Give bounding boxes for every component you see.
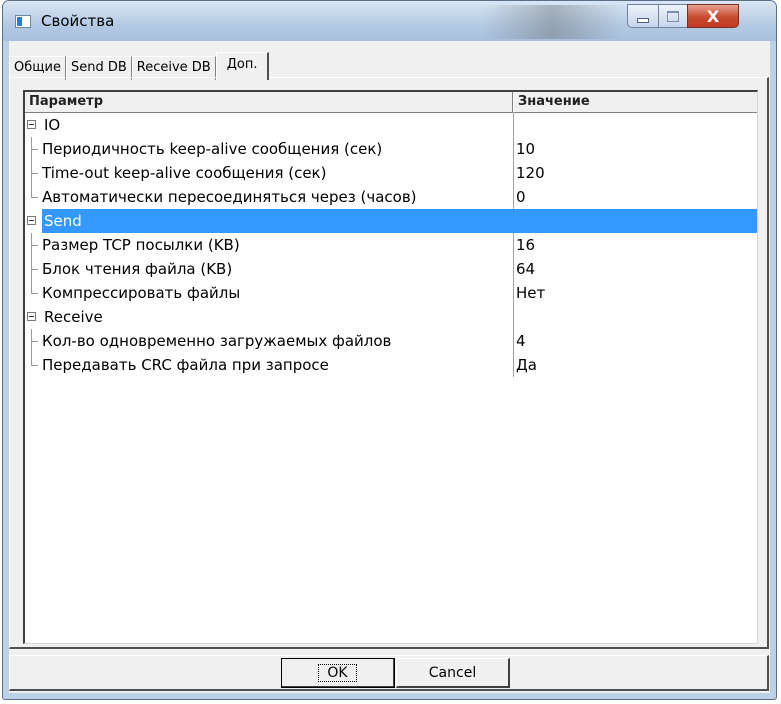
tree-branch	[31, 269, 38, 270]
tree-branch	[31, 293, 38, 294]
minimize-icon	[637, 17, 649, 23]
property-value[interactable]: 4	[513, 329, 757, 353]
property-name-cell[interactable]: Передавать CRC файла при запросе	[25, 353, 513, 377]
property-value[interactable]: 120	[513, 161, 757, 185]
tree-branch	[31, 365, 38, 366]
tree-branch	[31, 197, 38, 198]
property-name-cell[interactable]: Размер TCP посылки (KB)	[25, 233, 513, 257]
tab-page: Параметр Значение IO Периодичность keep-a…	[9, 77, 769, 649]
property-name-cell[interactable]: Блок чтения файла (KB)	[25, 257, 513, 281]
property-label: Передавать CRC файла при запросе	[42, 356, 329, 374]
title-bar[interactable]: Свойства X	[3, 1, 776, 41]
group-row[interactable]: Receive	[25, 305, 757, 329]
group-row[interactable]: IO	[25, 113, 757, 137]
property-name-cell[interactable]: Автоматически пересоединяться через (час…	[25, 185, 513, 209]
property-label: Автоматически пересоединяться через (час…	[42, 188, 417, 206]
property-label: Блок чтения файла (KB)	[42, 260, 233, 278]
tree-line	[31, 353, 32, 365]
group-value-cell	[513, 113, 757, 137]
column-header-value[interactable]: Значение	[513, 92, 757, 113]
maximize-button[interactable]	[658, 4, 688, 28]
group-name-cell[interactable]: Send	[25, 209, 513, 233]
property-label: Time-out keep-alive сообщения (сек)	[42, 164, 327, 182]
window-icon	[15, 15, 31, 28]
property-label: Кол-во одновременно загружаемых файлов	[42, 332, 392, 350]
property-value[interactable]: Да	[513, 353, 757, 377]
property-value[interactable]: 16	[513, 233, 757, 257]
collapse-icon[interactable]	[27, 120, 36, 129]
property-rows: IO Периодичность keep-alive сообщения (се…	[25, 113, 757, 377]
collapse-icon[interactable]	[27, 312, 36, 321]
property-row[interactable]: Time-out keep-alive сообщения (сек) 120	[25, 161, 757, 185]
property-row[interactable]: Компрессировать файлы Нет	[25, 281, 757, 305]
property-grid[interactable]: Параметр Значение IO Периодичность keep-a…	[23, 90, 758, 644]
group-row[interactable]: Send	[25, 209, 757, 233]
tab-strip: Общие Send DB Receive DB Доп.	[9, 52, 270, 80]
property-row[interactable]: Блок чтения файла (KB) 64	[25, 257, 757, 281]
group-label: Send	[42, 209, 513, 233]
group-name-cell[interactable]: IO	[25, 113, 513, 137]
tree-branch	[31, 173, 38, 174]
tree-branch	[31, 149, 38, 150]
property-name-cell[interactable]: Периодичность keep-alive сообщения (сек)	[25, 137, 513, 161]
property-row[interactable]: Кол-во одновременно загружаемых файлов 4	[25, 329, 757, 353]
collapse-icon[interactable]	[27, 216, 36, 225]
tree-branch	[31, 341, 38, 342]
maximize-icon	[667, 10, 679, 22]
properties-dialog: Свойства X Общие Send DB Receive DB Доп.…	[2, 0, 777, 700]
button-bar: OK Cancel	[9, 655, 769, 691]
dialog-client: Общие Send DB Receive DB Доп. Параметр З…	[9, 41, 770, 693]
tab-extra[interactable]: Доп.	[215, 52, 270, 80]
group-name-cell[interactable]: Receive	[25, 305, 513, 329]
property-row[interactable]: Передавать CRC файла при запросе Да	[25, 353, 757, 377]
cancel-button-label: Cancel	[428, 664, 477, 681]
property-row[interactable]: Размер TCP посылки (KB) 16	[25, 233, 757, 257]
property-value[interactable]: 10	[513, 137, 757, 161]
tree-branch	[31, 245, 38, 246]
property-row[interactable]: Автоматически пересоединяться через (час…	[25, 185, 757, 209]
tree-line	[31, 281, 32, 293]
column-header-parameter[interactable]: Параметр	[25, 92, 513, 113]
property-name-cell[interactable]: Кол-во одновременно загружаемых файлов	[25, 329, 513, 353]
property-label: Периодичность keep-alive сообщения (сек)	[42, 140, 383, 158]
property-label: Размер TCP посылки (KB)	[42, 236, 240, 254]
property-value[interactable]: 0	[513, 185, 757, 209]
minimize-button[interactable]	[627, 4, 659, 28]
group-label: IO	[44, 116, 61, 134]
property-name-cell[interactable]: Компрессировать файлы	[25, 281, 513, 305]
title-glass	[483, 5, 623, 39]
tree-line	[31, 185, 32, 197]
property-value[interactable]: 64	[513, 257, 757, 281]
property-label: Компрессировать файлы	[42, 284, 241, 302]
group-label: Receive	[44, 308, 103, 326]
close-button[interactable]: X	[687, 4, 739, 28]
property-value[interactable]: Нет	[513, 281, 757, 305]
close-icon: X	[706, 6, 720, 26]
group-value-cell	[513, 305, 757, 329]
ok-button[interactable]: OK	[281, 658, 395, 688]
cancel-button[interactable]: Cancel	[396, 658, 510, 688]
window-title: Свойства	[41, 12, 115, 30]
ok-button-label: OK	[318, 663, 357, 682]
group-value-cell	[513, 209, 757, 233]
property-name-cell[interactable]: Time-out keep-alive сообщения (сек)	[25, 161, 513, 185]
property-row[interactable]: Периодичность keep-alive сообщения (сек)…	[25, 137, 757, 161]
